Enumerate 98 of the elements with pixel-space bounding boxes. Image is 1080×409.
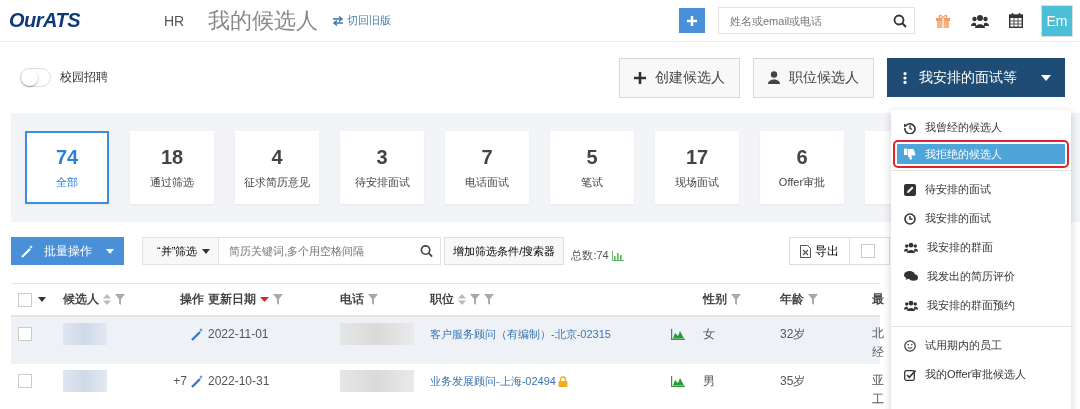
- stat-card[interactable]: 3 待安排面试: [340, 131, 424, 204]
- stat-card[interactable]: 18 通过筛选: [130, 131, 214, 204]
- menu-item[interactable]: 我发出的简历评价: [891, 262, 1071, 291]
- column-header[interactable]: 年龄: [780, 291, 804, 308]
- position-link[interactable]: 业务发展顾问-上海-02494: [430, 373, 556, 389]
- add-filter-button[interactable]: 增加筛选条件/搜索器: [444, 237, 565, 265]
- column-header[interactable]: 最: [872, 291, 884, 308]
- sort-icon[interactable]: [103, 294, 111, 305]
- row-checkbox[interactable]: [18, 374, 32, 388]
- row-checkbox[interactable]: [18, 327, 32, 341]
- column-header[interactable]: 电话: [340, 291, 364, 308]
- check-square-icon: [904, 368, 916, 381]
- gender-cell: 女: [703, 325, 715, 343]
- search-icon[interactable]: [893, 13, 907, 28]
- table-cell: 亚: [872, 372, 884, 389]
- caret-icon: [1041, 74, 1051, 81]
- stat-card[interactable]: 74 全部: [25, 131, 109, 204]
- magic-wand-icon: [21, 244, 34, 258]
- stat-card[interactable]: 7 电话面试: [445, 131, 529, 204]
- calendar-icon[interactable]: [1009, 13, 1023, 28]
- caret-icon: [106, 248, 114, 254]
- sort-icon[interactable]: [458, 294, 466, 305]
- operation-count: +7: [173, 374, 187, 388]
- group-icon: [904, 300, 918, 311]
- export-button[interactable]: 导出: [789, 237, 850, 265]
- age-cell: 32岁: [780, 325, 806, 343]
- position-link[interactable]: 客户服务顾问（有编制）-北京-02315: [430, 326, 611, 342]
- add-button[interactable]: [679, 8, 705, 33]
- action-button[interactable]: 职位候选人: [753, 57, 874, 98]
- filter-icon[interactable]: [484, 294, 494, 305]
- user-icon: [768, 71, 780, 84]
- date-cell: 2022-11-01: [208, 327, 269, 341]
- column-header[interactable]: 候选人: [63, 291, 99, 308]
- search-icon[interactable]: [420, 244, 434, 258]
- plus-icon: [687, 15, 697, 26]
- smile-icon: [904, 339, 916, 352]
- caret-icon: [202, 248, 211, 254]
- menu-item[interactable]: 我安排的群面: [891, 233, 1071, 262]
- column-toggle-button[interactable]: [850, 237, 890, 265]
- menu-button[interactable]: 我安排的面试等: [887, 58, 1065, 97]
- edit-icon: [904, 183, 916, 196]
- more-icon: [903, 71, 907, 84]
- magic-wand-icon[interactable]: [191, 374, 204, 388]
- role-label: HR: [164, 12, 185, 29]
- column-header[interactable]: 更新日期: [208, 291, 256, 308]
- clock-icon: [904, 212, 916, 225]
- magic-wand-icon[interactable]: [191, 327, 204, 341]
- column-header[interactable]: 操作: [180, 291, 204, 308]
- area-chart-icon[interactable]: [671, 328, 685, 340]
- campus-toggle[interactable]: [20, 68, 51, 87]
- stat-card[interactable]: 6 Offer审批: [760, 131, 844, 204]
- menu-item[interactable]: 试用期内的员工: [891, 331, 1071, 360]
- menu-item[interactable]: 待安排的面试: [891, 175, 1071, 204]
- toggle-label: 校园招聘: [60, 69, 108, 86]
- menu-item[interactable]: 我安排的面试: [891, 204, 1071, 233]
- column-header[interactable]: 职位: [430, 291, 454, 308]
- gift-icon[interactable]: [935, 12, 951, 29]
- stat-card[interactable]: 4 征求简历意见: [235, 131, 319, 204]
- history-icon: [904, 121, 916, 134]
- menu-item[interactable]: 我曾经的候选人: [891, 113, 1071, 142]
- total-count: 总数:74: [571, 248, 609, 263]
- column-header[interactable]: 性别: [703, 291, 727, 308]
- gender-cell: 男: [703, 372, 715, 390]
- group-icon[interactable]: [971, 13, 989, 28]
- blurred-name: [63, 323, 107, 345]
- filter-mode-dropdown[interactable]: “并”筛选: [142, 237, 220, 265]
- thumbs-down-icon: [904, 148, 916, 160]
- stat-card[interactable]: 17 现场面试: [655, 131, 739, 204]
- stat-card[interactable]: 5 笔试: [550, 131, 634, 204]
- action-button[interactable]: 创建候选人: [619, 57, 740, 98]
- caret-icon[interactable]: [38, 297, 46, 302]
- filter-icon[interactable]: [368, 294, 378, 305]
- filter-icon[interactable]: [731, 294, 741, 305]
- date-cell: 2022-10-31: [208, 374, 270, 388]
- filter-icon[interactable]: [273, 294, 283, 305]
- bar-chart-icon[interactable]: [611, 250, 624, 261]
- filter-icon[interactable]: [115, 294, 125, 305]
- page-title: 我的候选人: [208, 6, 319, 35]
- switch-version-link[interactable]: 切回旧版: [332, 13, 392, 28]
- filter-icon[interactable]: [470, 294, 480, 305]
- swap-arrows-icon: [332, 15, 345, 26]
- select-all-checkbox[interactable]: [18, 292, 32, 307]
- filter-icon[interactable]: [808, 294, 818, 305]
- area-chart-icon[interactable]: [671, 375, 685, 387]
- search-field[interactable]: 姓名或email或电话: [718, 7, 915, 34]
- group-icon: [904, 242, 918, 253]
- table-cell: 工: [872, 391, 884, 408]
- logo: OurATS: [9, 9, 82, 32]
- plus-icon: [634, 71, 646, 84]
- comments-icon: [904, 271, 918, 282]
- lock-icon: [557, 375, 568, 387]
- age-cell: 35岁: [780, 372, 806, 390]
- excel-file-icon: [800, 244, 811, 258]
- keyword-field[interactable]: 简历关键词,多个用空格间隔: [219, 237, 442, 265]
- menu-item[interactable]: 我的Offer审批候选人: [891, 360, 1071, 389]
- blurred-name: [63, 370, 107, 392]
- menu-item[interactable]: 我安排的群面预约: [891, 291, 1071, 320]
- sort-descending-icon[interactable]: [260, 297, 269, 302]
